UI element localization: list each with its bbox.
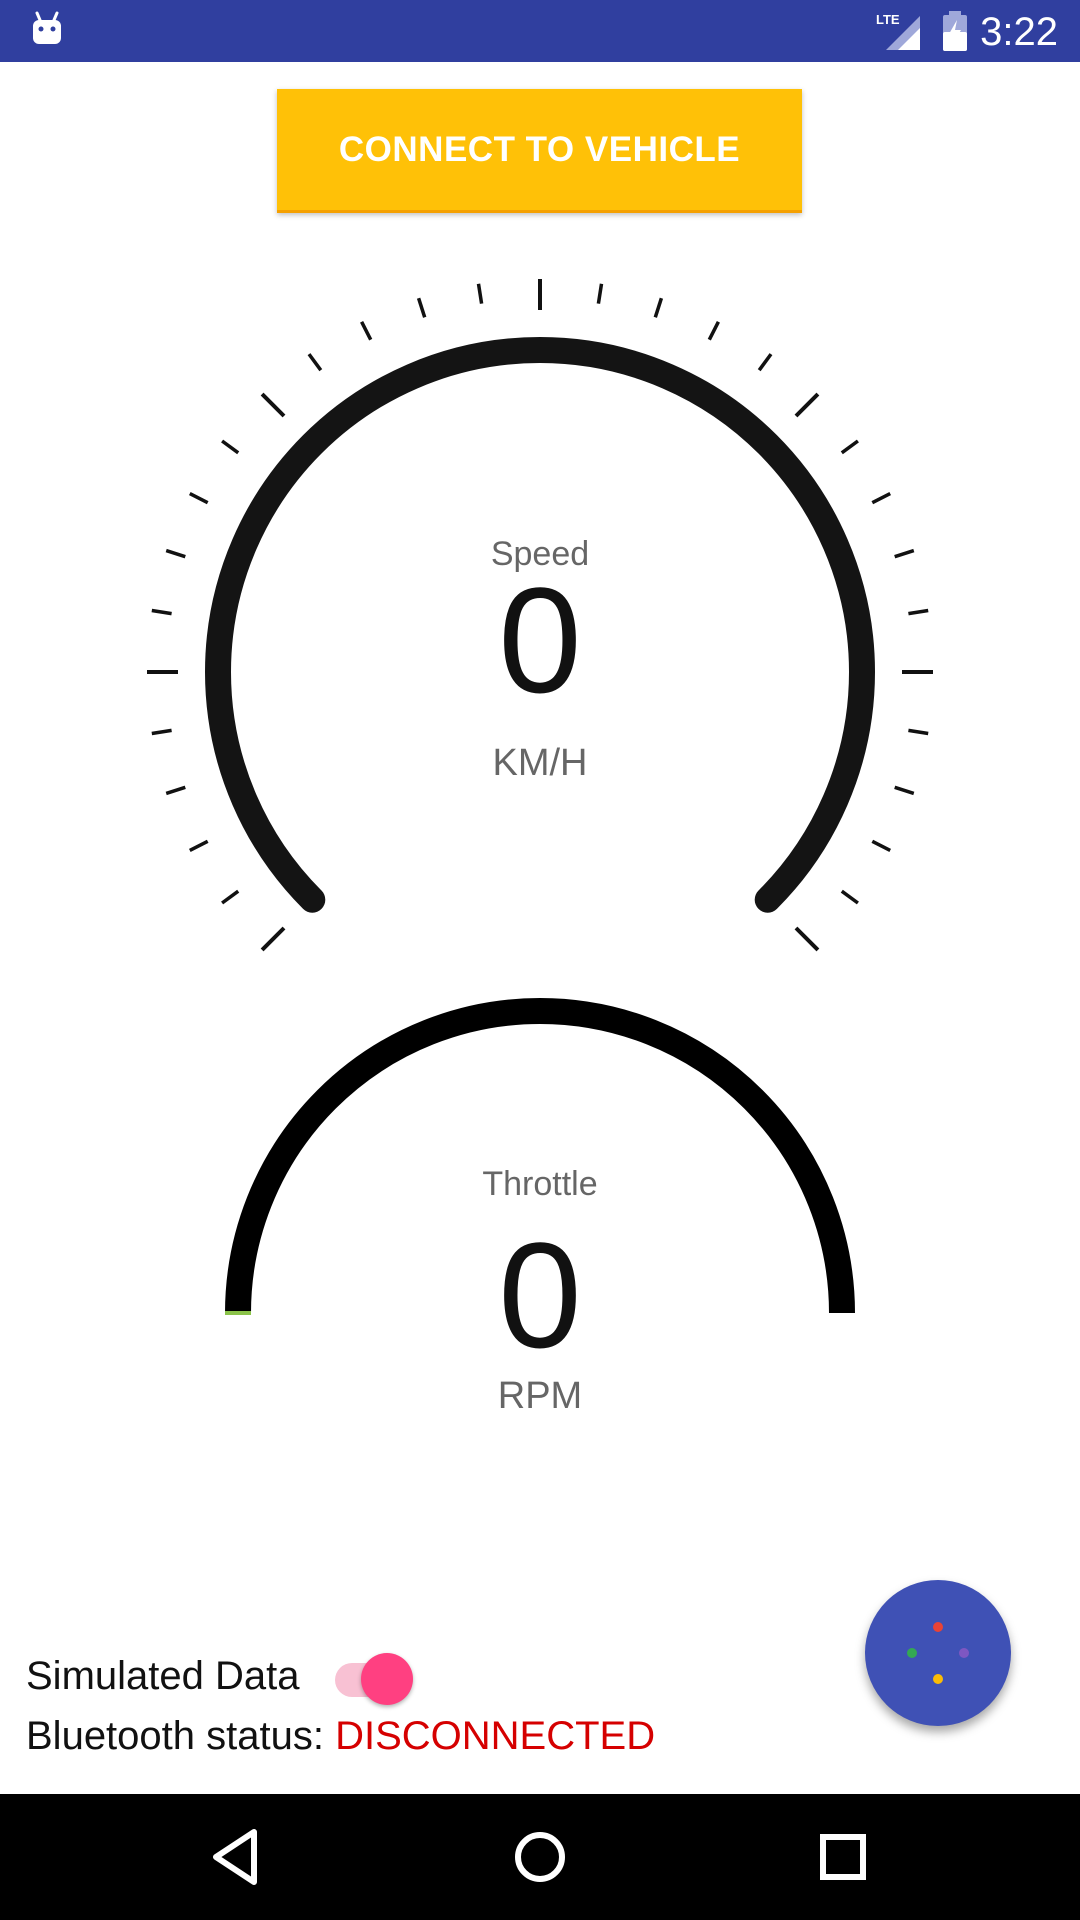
recents-square-icon[interactable] [806, 1820, 880, 1894]
speed-unit: KM/H [492, 742, 588, 784]
status-clock: 3:22 [980, 10, 1058, 54]
assistant-dot-purple [959, 1648, 969, 1658]
speed-minor-tick [360, 321, 373, 341]
simulated-data-row: Simulated Data [26, 1648, 415, 1705]
speed-minor-tick [653, 297, 664, 318]
assistant-dot-yellow [933, 1674, 943, 1684]
throttle-label: Throttle [482, 1165, 598, 1203]
speed-major-tick [260, 926, 286, 952]
assistant-dot-green [907, 1648, 917, 1658]
switch-thumb [361, 1653, 414, 1705]
speed-value: 0 [498, 556, 582, 724]
throttle-value: 0 [498, 1211, 582, 1379]
speed-minor-tick [307, 353, 323, 372]
bluetooth-status-label: Bluetooth status: [26, 1714, 336, 1758]
bluetooth-status-row: Bluetooth status: DISCONNECTED [26, 1714, 655, 1759]
simulated-data-label: Simulated Data [26, 1653, 300, 1698]
speed-minor-tick [840, 439, 859, 455]
back-triangle-icon[interactable] [200, 1820, 274, 1894]
speed-minor-tick [221, 889, 240, 905]
speed-major-tick [794, 926, 820, 952]
speed-major-tick [794, 392, 820, 418]
speed-minor-tick [165, 785, 186, 796]
speed-minor-tick [871, 492, 891, 505]
simulated-data-switch[interactable] [329, 1649, 415, 1705]
svg-text:LTE: LTE [876, 12, 900, 27]
battery-charging-icon [943, 11, 967, 51]
speed-minor-tick [757, 353, 773, 372]
speed-minor-tick [596, 283, 604, 304]
speed-minor-tick [221, 439, 240, 455]
speed-major-tick [260, 392, 286, 418]
speed-minor-tick [476, 283, 484, 304]
speed-minor-tick [151, 728, 172, 736]
android-debug-icon [33, 11, 61, 44]
speed-minor-tick [840, 889, 859, 905]
speed-minor-tick [189, 492, 209, 505]
speed-minor-tick [871, 839, 891, 852]
lte-signal-icon: LTE [876, 12, 920, 50]
bluetooth-status-value: DISCONNECTED [335, 1714, 656, 1758]
home-circle-icon[interactable] [503, 1820, 577, 1894]
assistant-fab-button[interactable] [865, 1580, 1011, 1726]
navigation-bar [0, 1794, 1080, 1920]
connect-to-vehicle-button[interactable]: CONNECT TO VEHICLE [277, 89, 802, 213]
app-screen: LTE 3:22 CONNECT TO VEHICLE Speed 0 KM/H… [0, 0, 1080, 1920]
speed-minor-tick [189, 839, 209, 852]
throttle-unit: RPM [497, 1375, 583, 1417]
speed-minor-tick [908, 728, 929, 736]
speed-minor-tick [707, 321, 720, 341]
speed-minor-tick [894, 785, 915, 796]
speed-minor-tick [416, 297, 427, 318]
status-bar: LTE 3:22 [0, 0, 1080, 62]
google-assistant-dots-icon [933, 1622, 943, 1632]
